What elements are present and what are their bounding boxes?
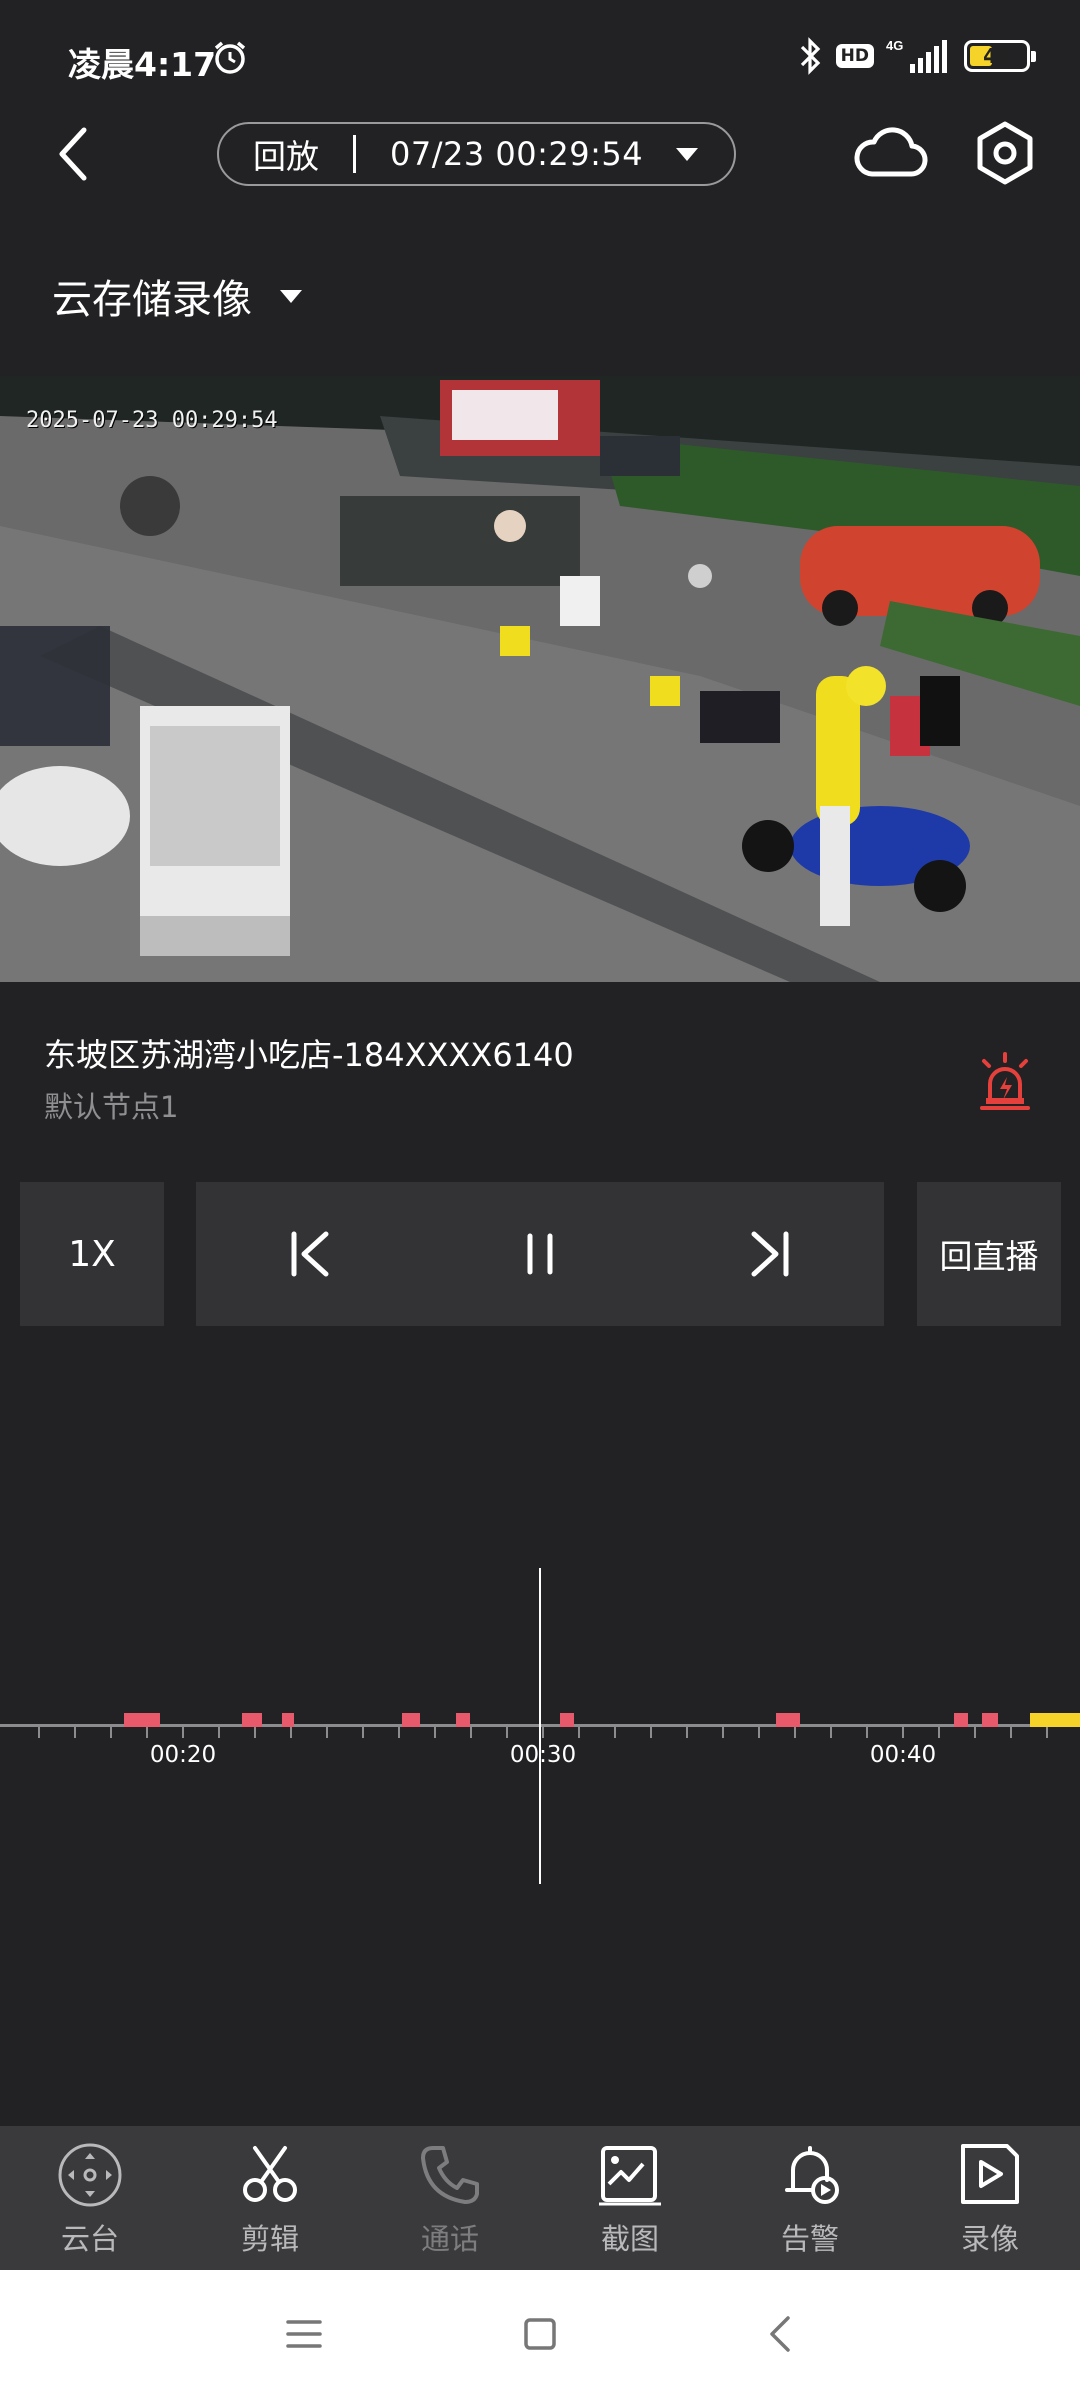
video-player[interactable]: 2025-07-23 00:29:54 xyxy=(0,376,1080,982)
timeline-tick xyxy=(866,1724,868,1738)
caret-down-icon xyxy=(280,289,302,303)
transport-controls xyxy=(196,1182,884,1326)
timeline-tick xyxy=(434,1724,436,1738)
signal-icon: 4G xyxy=(886,38,947,73)
nav-ptz[interactable]: 云台 xyxy=(0,2126,180,2270)
bluetooth-icon xyxy=(800,37,820,75)
timeline-tick xyxy=(830,1724,832,1738)
event-segment[interactable] xyxy=(954,1713,968,1727)
event-segment[interactable] xyxy=(124,1713,160,1727)
timeline-tick xyxy=(902,1724,904,1738)
alarm-clock-icon xyxy=(214,41,246,74)
timeline-tick xyxy=(326,1724,328,1738)
event-segment[interactable] xyxy=(242,1713,262,1727)
screenshot-icon xyxy=(599,2146,661,2206)
timeline-tick xyxy=(722,1724,724,1738)
ptz-icon xyxy=(58,2143,122,2207)
event-segment[interactable] xyxy=(982,1713,998,1727)
nav-clip[interactable]: 剪辑 xyxy=(180,2126,360,2270)
timeline-tick xyxy=(578,1724,580,1738)
chevron-left-icon xyxy=(59,127,87,181)
phone-icon xyxy=(421,2146,479,2204)
storage-type-label: 云存储录像 xyxy=(52,277,252,323)
timeline-tick xyxy=(362,1724,364,1738)
timeline-tick xyxy=(470,1724,472,1738)
timeline-tick xyxy=(110,1724,112,1738)
status-bar: 凌晨4:17 HD 4G 40 xyxy=(0,0,1080,110)
system-navigation-bar xyxy=(0,2270,1080,2400)
video-record-icon xyxy=(961,2144,1019,2204)
pause-icon[interactable] xyxy=(508,1222,572,1286)
caret-down-icon xyxy=(676,148,698,161)
scissors-icon xyxy=(243,2146,297,2202)
timeline-playhead[interactable] xyxy=(539,1568,541,1884)
nav-alarm[interactable]: 告警 xyxy=(720,2126,900,2270)
video-timestamp-overlay: 2025-07-23 00:29:54 xyxy=(26,408,278,433)
alarm-trigger-button[interactable] xyxy=(976,1052,1034,1114)
battery-tip xyxy=(1031,51,1036,62)
nav-label: 告警 xyxy=(780,2222,839,2256)
skip-next-icon[interactable] xyxy=(736,1222,800,1286)
camera-frame xyxy=(0,376,1080,982)
pill-divider xyxy=(353,135,356,173)
nav-label: 剪辑 xyxy=(240,2222,299,2256)
timeline-tick xyxy=(1010,1724,1012,1738)
highlight-segment[interactable] xyxy=(1030,1713,1080,1727)
timeline-tick xyxy=(398,1724,400,1738)
timeline-tick xyxy=(182,1724,184,1738)
skip-previous-icon[interactable] xyxy=(280,1222,344,1286)
event-segment[interactable] xyxy=(402,1713,420,1727)
device-name: 东坡区苏湖湾小吃店-184XXXX6140 xyxy=(44,1036,574,1074)
timeline-tick xyxy=(650,1724,652,1738)
network-type-label: 4G xyxy=(886,38,903,53)
battery-text: 40 xyxy=(983,44,1011,68)
event-segment[interactable] xyxy=(776,1713,800,1727)
back-button[interactable] xyxy=(44,122,104,186)
timeline-tick xyxy=(758,1724,760,1738)
timeline-tick xyxy=(938,1724,940,1738)
nav-label: 通话 xyxy=(420,2222,479,2256)
nav-recording[interactable]: 录像 xyxy=(900,2126,1080,2270)
back-to-live-button[interactable]: 回直播 xyxy=(917,1182,1061,1326)
hexagon-gear-icon xyxy=(977,121,1033,185)
event-segment[interactable] xyxy=(282,1713,294,1727)
menu-icon[interactable] xyxy=(282,2312,326,2356)
battery-indicator: 40 xyxy=(964,40,1036,72)
timeline-tick xyxy=(74,1724,76,1738)
storage-type-selector[interactable]: 云存储录像 xyxy=(52,268,302,324)
settings-button[interactable] xyxy=(970,118,1040,188)
timeline-tick xyxy=(38,1724,40,1738)
playback-datetime: 07/23 00:29:54 xyxy=(390,135,644,173)
status-time: 凌晨4:17 xyxy=(68,45,217,84)
event-segment[interactable] xyxy=(456,1713,470,1727)
status-indicators: HD 4G 40 xyxy=(798,36,1036,76)
timeline-tick xyxy=(218,1724,220,1738)
nav-screenshot[interactable]: 截图 xyxy=(540,2126,720,2270)
timeline-tick xyxy=(614,1724,616,1738)
hd-badge: HD xyxy=(835,44,874,68)
timeline-tick xyxy=(542,1724,544,1738)
nav-label: 截图 xyxy=(600,2222,659,2256)
cloud-button[interactable] xyxy=(852,118,928,188)
bottom-toolbar: 云台 剪辑 通话 截图 告警 录像 xyxy=(0,2126,1080,2270)
nav-label: 录像 xyxy=(960,2222,1019,2256)
timeline-tick xyxy=(686,1724,688,1738)
timeline-tick xyxy=(506,1724,508,1738)
playback-timeline[interactable]: 00:20 00:30 00:40 xyxy=(0,1560,1080,1890)
device-node: 默认节点1 xyxy=(44,1090,179,1124)
timeline-label: 00:30 xyxy=(509,1742,577,1768)
cloud-icon xyxy=(854,127,928,177)
alarm-bell-icon xyxy=(785,2146,839,2204)
timeline-label: 00:40 xyxy=(869,1742,937,1768)
playback-speed-button[interactable]: 1X xyxy=(20,1182,164,1326)
playback-datetime-picker[interactable]: 回放 07/23 00:29:54 xyxy=(217,122,736,186)
playback-mode-label: 回放 xyxy=(253,137,319,176)
nav-label: 云台 xyxy=(60,2222,119,2256)
nav-call[interactable]: 通话 xyxy=(360,2126,540,2270)
square-home-icon[interactable] xyxy=(518,2312,562,2356)
triangle-back-icon[interactable] xyxy=(760,2312,804,2356)
timeline-label: 00:20 xyxy=(149,1742,217,1768)
event-segment[interactable] xyxy=(560,1713,574,1727)
timeline-tick xyxy=(974,1724,976,1738)
